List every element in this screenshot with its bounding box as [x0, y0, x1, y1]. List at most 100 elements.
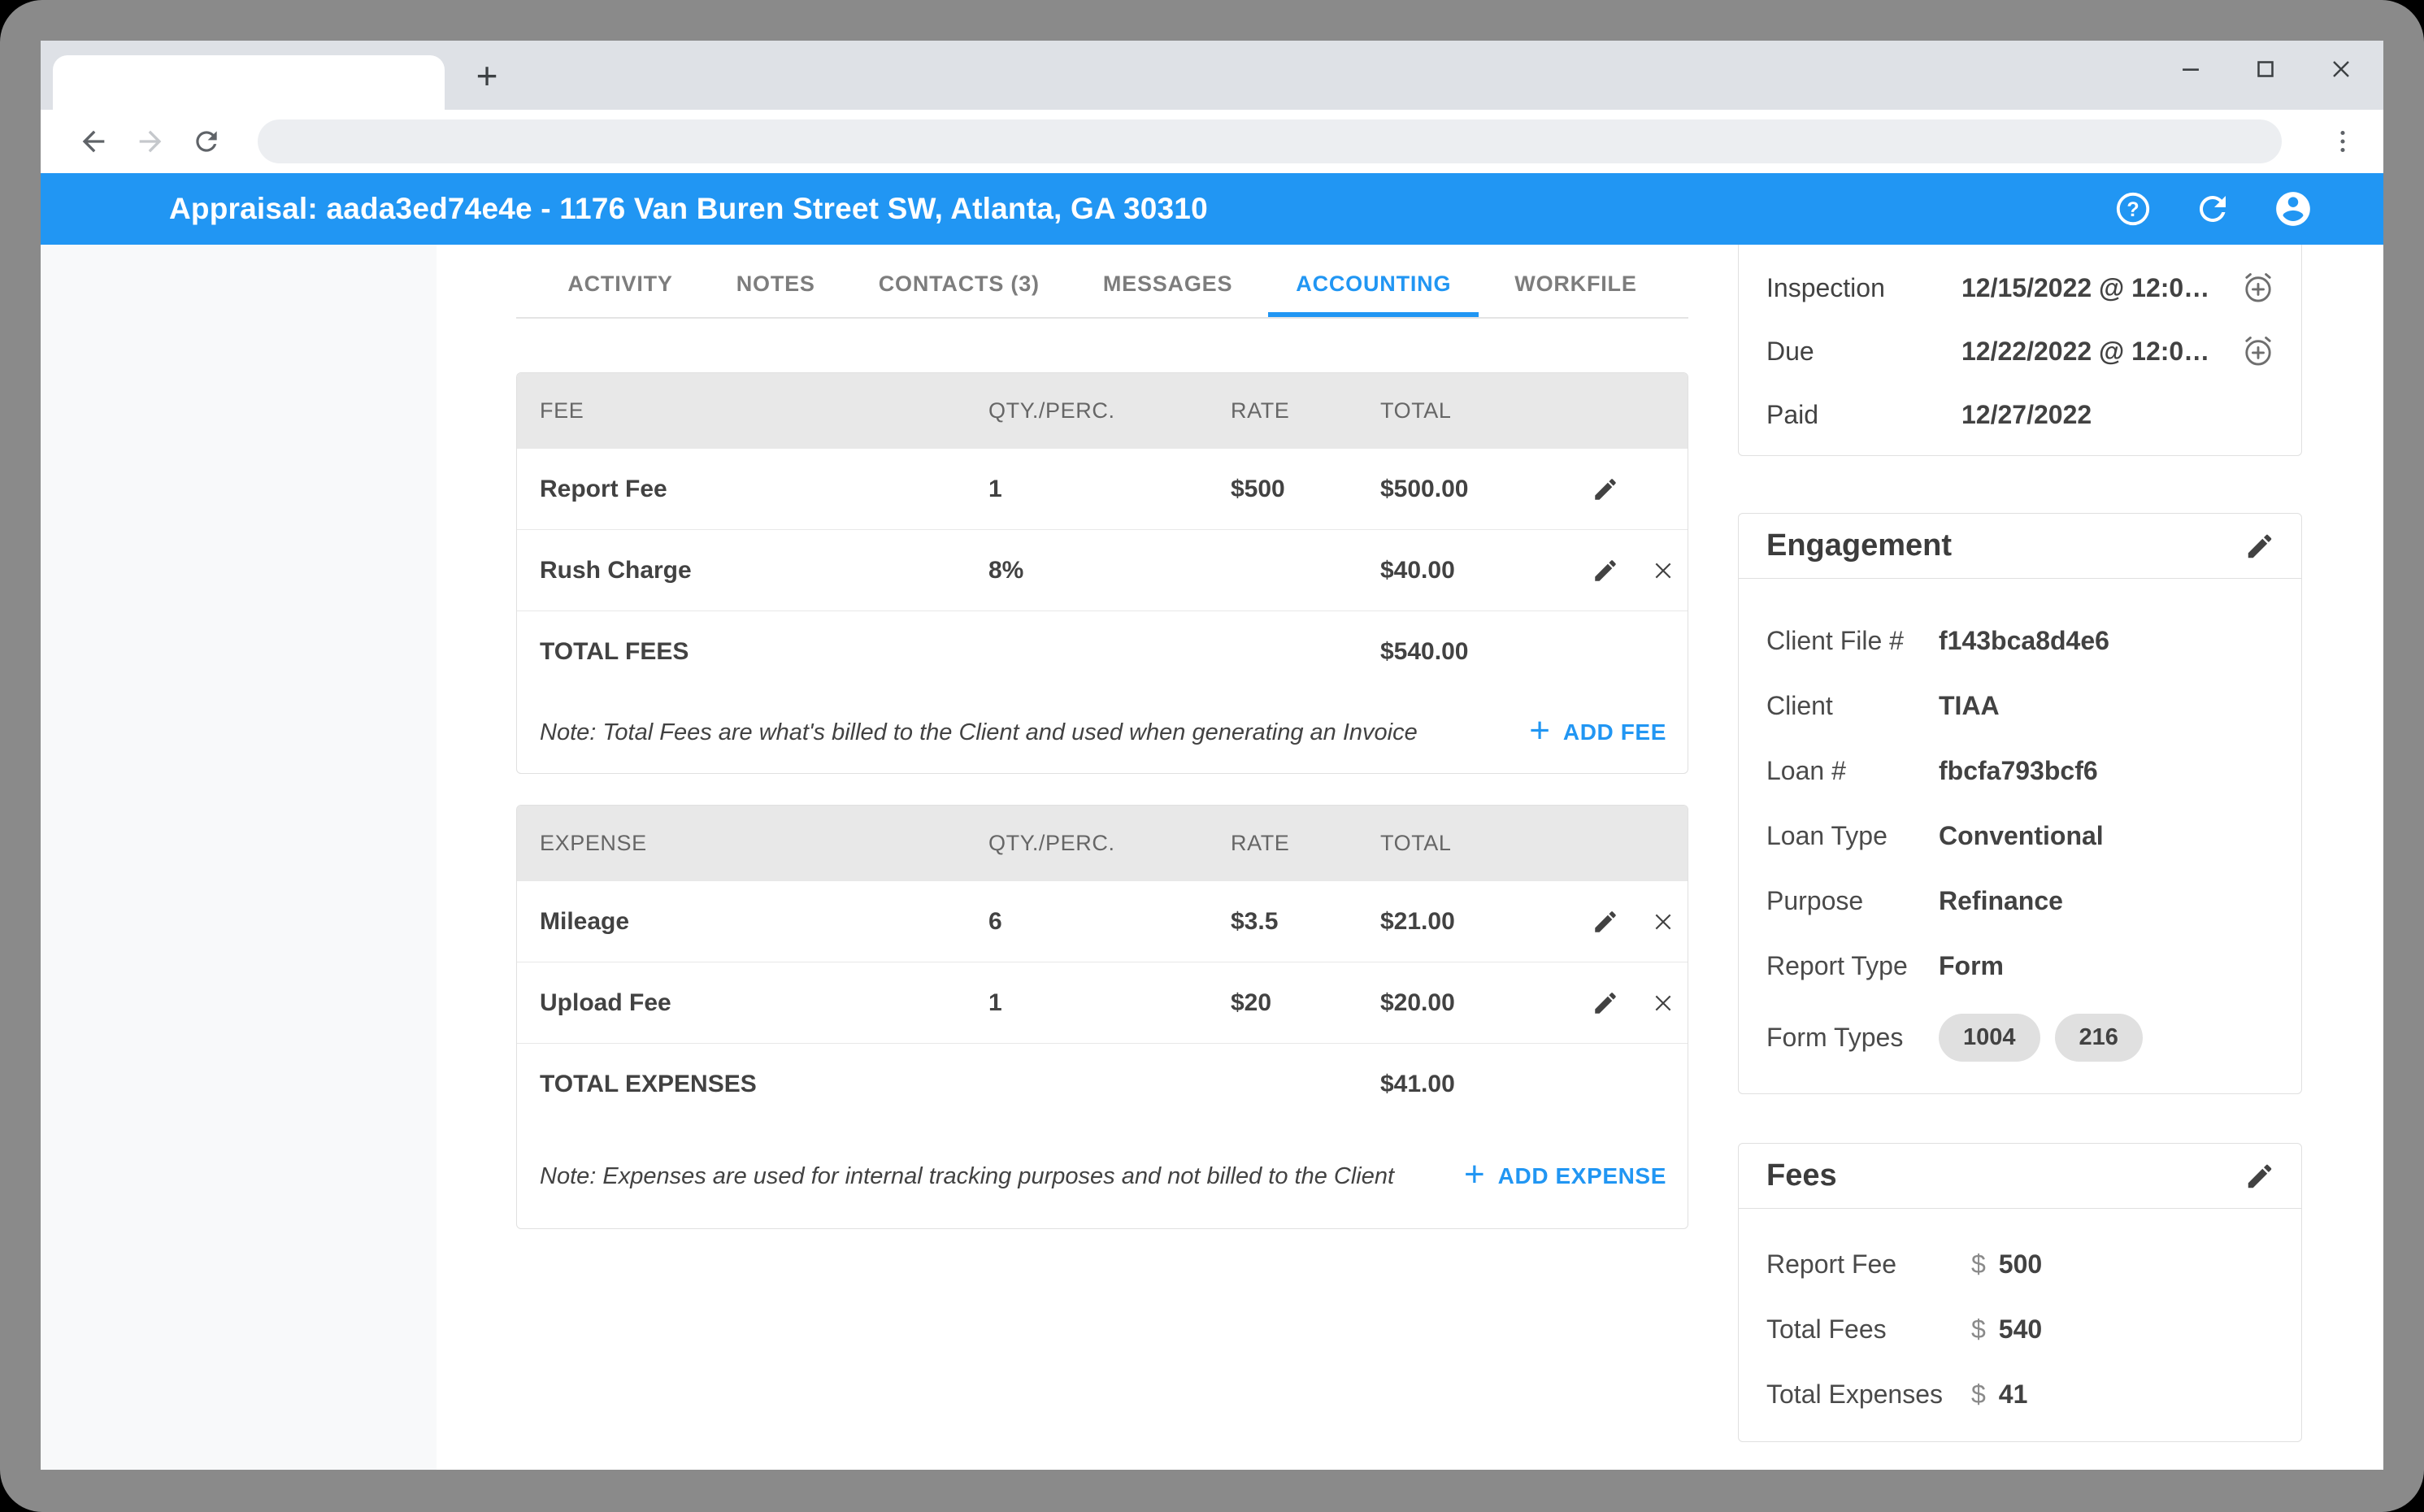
col-rate: RATE — [1231, 831, 1380, 856]
col-total: TOTAL — [1380, 398, 1592, 424]
refresh-icon[interactable] — [2193, 189, 2232, 228]
total-fees-amount: 540 — [1999, 1314, 2042, 1345]
list-item: Loan Type Conventional — [1739, 803, 2301, 868]
report-type: Form — [1939, 951, 2004, 981]
tab-contacts[interactable]: CONTACTS (3) — [851, 255, 1067, 317]
list-item: Total Expenses $ 41 — [1739, 1362, 2301, 1427]
expenses-note: Note: Expenses are used for internal tra… — [540, 1163, 1394, 1190]
add-fee-button[interactable]: + ADD FEE — [1529, 716, 1666, 749]
delete-icon[interactable] — [1650, 909, 1676, 935]
fees-table: FEE QTY./PERC. RATE TOTAL Report Fee 1 $… — [516, 372, 1688, 774]
page-content: ACTIVITY NOTES CONTACTS (3) MESSAGES ACC… — [41, 245, 2383, 1470]
edit-icon[interactable] — [2244, 531, 2275, 562]
col-total: TOTAL — [1380, 831, 1592, 856]
col-expense: EXPENSE — [540, 831, 988, 856]
delete-icon[interactable] — [1650, 990, 1676, 1016]
expense-qty: 6 — [988, 908, 1231, 936]
list-item: Purpose Refinance — [1739, 868, 2301, 933]
fee-total: $500.00 — [1380, 476, 1592, 503]
main-column: ACTIVITY NOTES CONTACTS (3) MESSAGES ACC… — [516, 245, 1688, 1470]
add-expense-button[interactable]: + ADD EXPENSE — [1464, 1160, 1666, 1193]
app-header: Appraisal: aada3ed74e4e - 1176 Van Buren… — [41, 173, 2383, 245]
fees-panel-title: Fees — [1766, 1158, 1837, 1193]
edit-icon[interactable] — [1592, 989, 1619, 1017]
list-item: Due 12/22/2022 @ 12:0… — [1739, 319, 2301, 383]
delete-icon[interactable] — [1650, 558, 1676, 584]
engagement-panel: Engagement Client File # f143bca8d4e6 Cl… — [1738, 513, 2302, 1094]
edit-icon[interactable] — [1592, 908, 1619, 936]
fees-panel-body: Report Fee $ 500 Total Fees $ 540 Total … — [1739, 1209, 2301, 1427]
maximize-icon[interactable] — [2252, 55, 2279, 83]
loan-type: Conventional — [1939, 821, 2104, 851]
client-name: TIAA — [1939, 691, 2000, 721]
fees-panel-header: Fees — [1739, 1144, 2301, 1209]
expense-total: $20.00 — [1380, 989, 1592, 1017]
reload-icon[interactable] — [191, 126, 222, 157]
form-types-label: Form Types — [1766, 1023, 1939, 1053]
back-icon[interactable] — [77, 125, 110, 158]
hamburger-menu-icon[interactable] — [83, 197, 119, 222]
fees-total-row: TOTAL FEES $540.00 — [517, 610, 1688, 692]
loan-number: fbcfa793bcf6 — [1939, 756, 2098, 786]
alarm-add-icon[interactable] — [2239, 332, 2277, 370]
plus-icon: + — [1529, 713, 1550, 749]
tab-activity[interactable]: ACTIVITY — [540, 255, 700, 317]
total-expenses-amount: 41 — [1999, 1379, 2028, 1410]
fees-note-row: Note: Total Fees are what's billed to th… — [517, 692, 1688, 773]
engagement-body: Client File # f143bca8d4e6 Client TIAA L… — [1739, 579, 2301, 1076]
edit-icon[interactable] — [2244, 1161, 2275, 1192]
kebab-menu-icon[interactable] — [2326, 127, 2359, 156]
expense-rate: $3.5 — [1231, 908, 1380, 936]
fee-name: Rush Charge — [540, 557, 988, 584]
alarm-add-icon[interactable] — [2239, 269, 2277, 306]
right-column: Inspection 12/15/2022 @ 12:0… Due 12/22/… — [1738, 245, 2302, 1442]
list-item: Paid 12/27/2022 — [1739, 383, 2301, 446]
expenses-total-label: TOTAL EXPENSES — [540, 1071, 988, 1098]
inspection-label: Inspection — [1766, 273, 1961, 303]
fees-total-value: $540.00 — [1380, 638, 1592, 666]
minimize-icon[interactable] — [2177, 55, 2205, 83]
engagement-title: Engagement — [1766, 528, 1952, 563]
header-actions: ? — [2113, 189, 2313, 229]
expense-name: Mileage — [540, 908, 988, 936]
edit-icon[interactable] — [1592, 557, 1619, 584]
inspection-date: 12/15/2022 @ 12:0… — [1961, 273, 2209, 303]
browser-navbar — [41, 110, 2383, 173]
edit-icon[interactable] — [1592, 476, 1619, 503]
expense-total: $21.00 — [1380, 908, 1592, 936]
list-item: Report Fee $ 500 — [1739, 1232, 2301, 1297]
url-bar[interactable] — [258, 119, 2282, 163]
fee-name: Report Fee — [540, 476, 988, 503]
paid-date: 12/27/2022 — [1961, 400, 2092, 430]
due-label: Due — [1766, 337, 1961, 367]
expense-qty: 1 — [988, 989, 1231, 1017]
tab-workfile[interactable]: WORKFILE — [1487, 255, 1664, 317]
account-icon[interactable] — [2273, 189, 2313, 229]
new-tab-button[interactable]: + — [469, 41, 505, 110]
tab-messages[interactable]: MESSAGES — [1075, 255, 1260, 317]
browser-window: + — [41, 41, 2383, 1470]
tab-notes[interactable]: NOTES — [709, 255, 843, 317]
fees-panel: Fees Report Fee $ 500 Total Fees — [1738, 1143, 2302, 1442]
table-row: Mileage 6 $3.5 $21.00 — [517, 880, 1688, 962]
tab-accounting[interactable]: ACCOUNTING — [1268, 255, 1479, 317]
fee-qty: 8% — [988, 557, 1231, 584]
fee-total: $40.00 — [1380, 557, 1592, 584]
close-icon[interactable] — [2326, 54, 2356, 84]
col-qty: QTY./PERC. — [988, 398, 1231, 424]
list-item: Total Fees $ 540 — [1739, 1297, 2301, 1362]
help-icon[interactable]: ? — [2113, 189, 2152, 228]
fees-table-header: FEE QTY./PERC. RATE TOTAL — [517, 373, 1688, 448]
table-row: Report Fee 1 $500 $500.00 — [517, 448, 1688, 529]
col-rate: RATE — [1231, 398, 1380, 424]
client-file-number: f143bca8d4e6 — [1939, 626, 2109, 656]
dollar-sign: $ — [1971, 1314, 1986, 1345]
browser-tab[interactable] — [53, 55, 445, 110]
list-item: Report Type Form — [1739, 933, 2301, 998]
page-title: Appraisal: aada3ed74e4e - 1176 Van Buren… — [169, 192, 1208, 226]
fee-rate: $500 — [1231, 476, 1380, 503]
list-item: Inspection 12/15/2022 @ 12:0… — [1739, 256, 2301, 319]
forward-icon[interactable] — [134, 125, 167, 158]
expense-rate: $20 — [1231, 989, 1380, 1017]
plus-icon: + — [1464, 1157, 1485, 1193]
